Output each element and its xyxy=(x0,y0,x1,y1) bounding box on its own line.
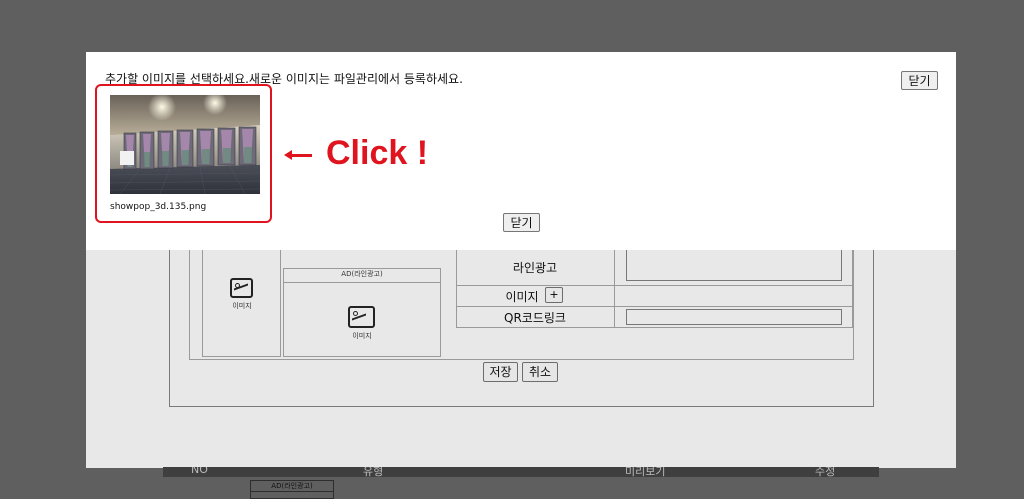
bg-ad-line-header: AD(라인광고) xyxy=(283,269,441,283)
bg-image-label-1: 이미지 xyxy=(232,302,252,310)
bg-bottom-ad-header: AD(라인광고) xyxy=(251,481,333,492)
bg-qr-link-input xyxy=(626,309,842,325)
image-placeholder-icon xyxy=(230,278,253,298)
bg-header-no: NO xyxy=(191,467,208,476)
bg-save-button: 저장 xyxy=(483,362,518,382)
gallery-room-image xyxy=(110,95,260,194)
bg-header-edit: 수정 xyxy=(815,467,836,477)
bg-bottom-ad-box: AD(라인광고) xyxy=(250,480,334,499)
click-hint-text: Click ! xyxy=(326,134,429,172)
image-select-modal: 추가할 이미지를 선택하세요.새로운 이미지는 파일관리에서 등록하세요. 닫기 xyxy=(86,52,956,250)
bg-row-line-ad: 라인광고 xyxy=(512,261,558,275)
image-option-card[interactable]: showpop_3d.135.png xyxy=(95,84,272,223)
close-button-top[interactable]: 닫기 xyxy=(901,71,938,90)
bg-row-qr-link: QR코드링크 xyxy=(504,311,566,325)
bg-table-divider xyxy=(456,285,853,286)
bg-image-add-button: + xyxy=(545,287,563,303)
left-arrow-icon xyxy=(284,150,312,160)
bg-cancel-button: 취소 xyxy=(522,362,558,382)
bg-table-divider xyxy=(456,306,853,307)
close-button-bottom[interactable]: 닫기 xyxy=(503,213,540,232)
image-thumbnail[interactable] xyxy=(110,95,260,194)
bg-table-divider xyxy=(852,240,853,327)
bg-image-label-2: 이미지 xyxy=(352,332,372,340)
bg-image-box-large xyxy=(202,240,281,357)
bg-header-type: 유형 xyxy=(363,467,384,477)
bg-table-divider xyxy=(614,240,615,327)
bg-row-image: 이미지 xyxy=(505,290,539,304)
image-filename: showpop_3d.135.png xyxy=(110,202,207,212)
bg-list-header: NO 유형 미리보기 수정 xyxy=(163,467,879,477)
image-placeholder-icon xyxy=(348,306,375,328)
bg-header-preview: 미리보기 xyxy=(625,467,666,477)
bg-table-divider xyxy=(456,327,853,328)
